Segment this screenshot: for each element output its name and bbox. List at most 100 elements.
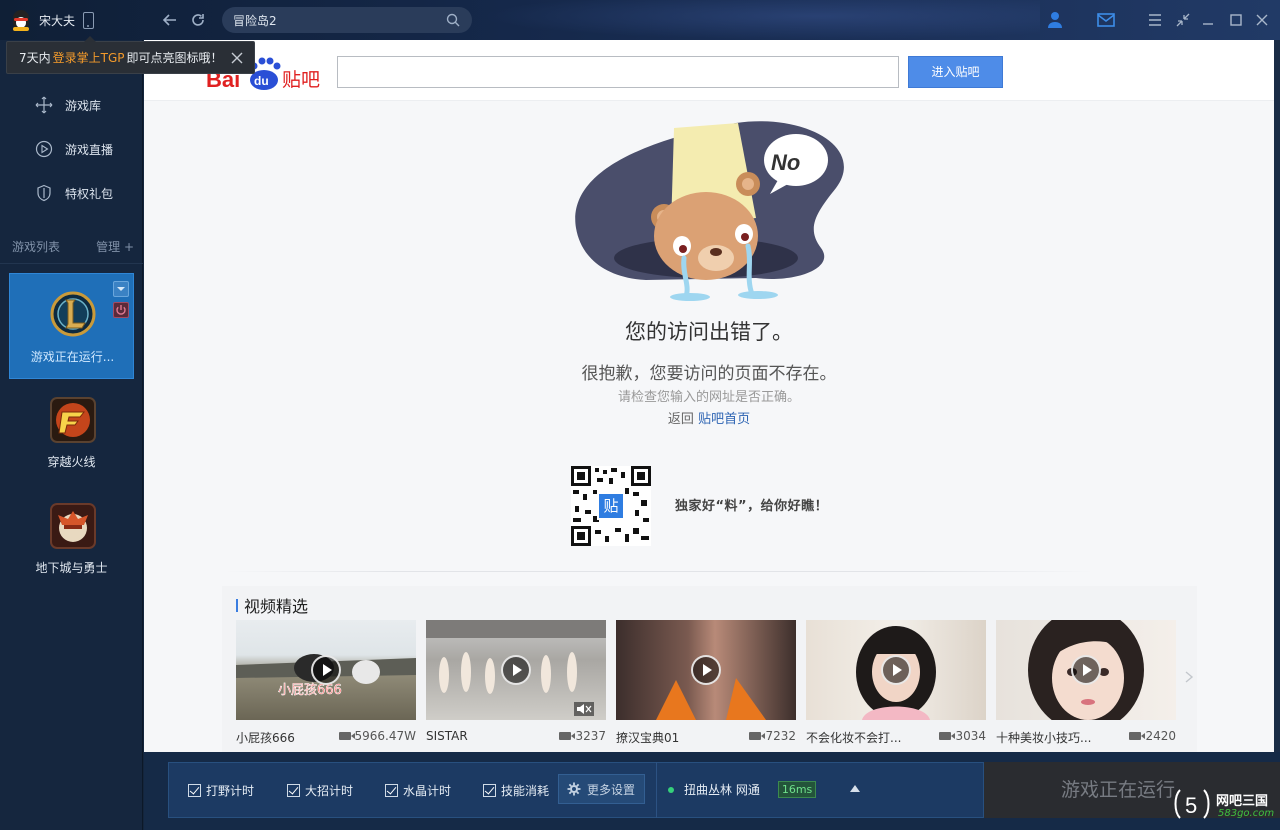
video-card[interactable]: 小屁孩666 小屁孩666 5966.47W [236, 620, 416, 748]
status-dot-icon [668, 786, 674, 793]
error-back-line: 返回 贴吧首页 [144, 408, 1274, 427]
svg-text:5: 5 [1185, 793, 1197, 818]
svg-text:No: No [771, 150, 800, 175]
maximize-icon[interactable] [1226, 10, 1246, 30]
svg-text:贴吧: 贴吧 [282, 69, 320, 91]
video-views: 3034 [955, 729, 986, 743]
tieba-header: Bai du 贴吧 进入贴吧 [144, 40, 1274, 101]
error-hint: 请检查您输入的网址是否正确。 [617, 390, 800, 405]
search-icon[interactable] [446, 13, 460, 27]
game-library-icon [35, 96, 53, 114]
checkbox-skill-cost[interactable]: 技能消耗 [483, 782, 549, 799]
address-input[interactable]: 冒险岛2 [233, 12, 277, 29]
video-card[interactable]: 十种美妆小技巧... 2420 [996, 620, 1176, 748]
video-title[interactable]: 撩汉宝典01 [616, 729, 726, 746]
tip-highlight-link[interactable]: 登录掌上TGP [53, 49, 125, 66]
video-card[interactable]: 撩汉宝典01 7232 [616, 620, 796, 748]
power-icon [116, 305, 126, 315]
watermark-text: 网吧三国 [1216, 794, 1269, 809]
gear-icon [567, 782, 581, 796]
play-icon[interactable] [881, 655, 911, 685]
video-card[interactable]: 不会化妆不会打... 3034 [806, 620, 986, 748]
play-icon[interactable] [1071, 655, 1101, 685]
checkbox-icon[interactable] [483, 784, 496, 797]
video-thumbnail[interactable] [426, 620, 606, 720]
checkbox-icon[interactable] [385, 784, 398, 797]
tieba-home-link[interactable]: 贴吧首页 [698, 412, 750, 427]
tip-prefix: 7天内 [19, 51, 51, 65]
checkbox-icon[interactable] [287, 784, 300, 797]
mute-icon[interactable] [576, 703, 592, 715]
menu-icon[interactable] [1145, 10, 1165, 30]
video-section-title: 视频精选 [236, 593, 308, 617]
user-area[interactable]: 宋大夫 [10, 8, 95, 32]
enter-tieba-button[interactable]: 进入贴吧 [908, 56, 1003, 88]
video-section: 视频精选 小屁孩666 小屁孩666 5966.47W SISTAR 3237 … [222, 586, 1197, 752]
expand-up-icon[interactable] [850, 785, 860, 792]
manage-button[interactable]: 管理 + [96, 238, 134, 255]
video-thumbnail[interactable]: 小屁孩666 [236, 620, 416, 720]
error-title: 您的访问出错了。 [625, 320, 793, 344]
refresh-icon[interactable] [188, 10, 208, 30]
video-title[interactable]: 小屁孩666 [236, 729, 346, 746]
close-icon[interactable] [1252, 10, 1272, 30]
divider [0, 263, 143, 264]
video-views: 5966.47W [354, 729, 417, 743]
game-card-dnf[interactable]: 地下城与勇士 [9, 485, 134, 591]
scrollbar[interactable] [1274, 40, 1280, 752]
server-name: 扭曲丛林 网通 [684, 783, 760, 797]
chevron-down-icon [117, 287, 125, 291]
close-icon[interactable] [230, 51, 244, 65]
video-thumbnail[interactable] [996, 620, 1176, 720]
svg-text:小屁孩666: 小屁孩666 [278, 683, 342, 698]
video-title[interactable]: SISTAR [426, 729, 536, 743]
tieba-badge: 贴 [603, 497, 619, 515]
tip-suffix: 即可点亮图标哦！ [126, 51, 223, 65]
checkbox-icon[interactable] [188, 784, 201, 797]
title-bar: 宋大夫 冒险岛2 [0, 0, 1280, 40]
power-button[interactable] [113, 302, 129, 318]
video-camera-icon [939, 732, 956, 740]
friends-icon[interactable] [1045, 10, 1065, 30]
video-title[interactable]: 不会化妆不会打... [806, 729, 916, 746]
back-arrow-icon[interactable] [160, 10, 180, 30]
video-camera-icon [749, 732, 766, 740]
game-list-title: 游戏列表 [12, 240, 61, 254]
sidebar-item-privilege-gifts[interactable]: 特权礼包 [35, 183, 113, 203]
video-thumbnail[interactable] [806, 620, 986, 720]
mobile-phone-icon[interactable] [83, 11, 95, 29]
chevron-right-icon[interactable] [1183, 670, 1195, 684]
video-camera-icon [338, 732, 355, 740]
username[interactable]: 宋大夫 [39, 12, 75, 29]
address-bar[interactable]: 冒险岛2 [222, 7, 472, 33]
play-icon[interactable] [691, 655, 721, 685]
checkbox-ult-timer[interactable]: 大招计时 [287, 782, 353, 799]
game-card-crossfire[interactable]: 穿越火线 [9, 379, 134, 485]
checkbox-jungle-timer[interactable]: 打野计时 [188, 782, 254, 799]
game-helper-bar: 打野计时 大招计时 水晶计时 技能消耗 更多设置 扭曲丛林 网通 16ms 游戏… [144, 752, 1280, 830]
tieba-search-input[interactable] [337, 56, 899, 88]
game-list-header: 游戏列表 管理 + [12, 238, 134, 255]
mail-icon[interactable] [1096, 10, 1116, 30]
game-card-league-of-legends[interactable]: 游戏正在运行... [9, 273, 134, 379]
video-title[interactable]: 十种美妆小技巧... [996, 729, 1106, 746]
minimize-icon[interactable] [1198, 10, 1218, 30]
video-thumbnail[interactable] [616, 620, 796, 720]
play-circle-icon [35, 140, 53, 158]
ping-badge: 16ms [777, 781, 817, 798]
qq-penguin-icon[interactable] [10, 9, 32, 31]
more-settings-button[interactable]: 更多设置 [558, 774, 645, 804]
game-dropdown-button[interactable] [113, 281, 129, 297]
video-views: 3237 [575, 729, 606, 743]
shield-gift-icon [37, 184, 51, 202]
play-icon[interactable] [311, 655, 341, 685]
server-status: 扭曲丛林 网通 16ms [668, 781, 817, 798]
watermark-url: 583go.com [1218, 808, 1275, 819]
video-card[interactable]: SISTAR 3237 [426, 620, 606, 748]
sidebar-item-game-live[interactable]: 游戏直播 [35, 139, 113, 159]
divider [656, 762, 657, 818]
checkbox-crystal-timer[interactable]: 水晶计时 [385, 782, 451, 799]
sidebar-item-game-library[interactable]: 游戏库 [35, 95, 101, 115]
shrink-icon[interactable] [1173, 10, 1193, 30]
play-icon[interactable] [501, 655, 531, 685]
